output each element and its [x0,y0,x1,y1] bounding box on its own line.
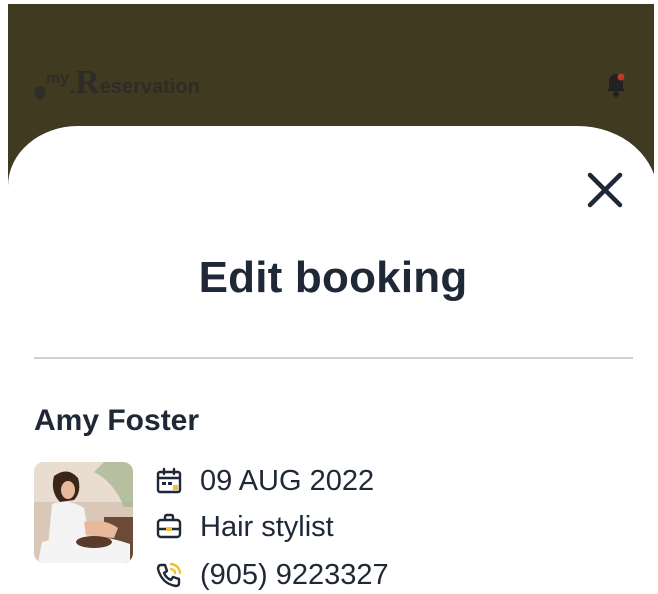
logo-initial: R [75,64,100,101]
booking-phone: (905) 9223327 [200,558,389,591]
close-icon [587,172,623,208]
notification-badge [617,73,625,81]
dialog-title: Edit booking [198,253,468,302]
frame-edge [0,0,658,4]
booking-date-row: 09 AUG 2022 [154,464,374,498]
booking-phone-row[interactable]: (905) 9223327 [154,558,389,592]
booking-service-row: Hair stylist [154,510,334,544]
notification-bell-icon[interactable] [605,72,627,98]
booking-service: Hair stylist [200,510,334,543]
briefcase-icon [156,513,182,539]
frame-edge [654,0,658,200]
calendar-icon [156,467,182,494]
close-button[interactable] [586,171,624,209]
app-logo[interactable]: my.Reservation [31,62,224,102]
divider [34,357,633,359]
logo-prefix: my [46,70,70,87]
phone-icon [156,562,182,588]
logo-rest: eservation [99,76,200,98]
customer-photo [34,462,133,563]
logo-wordmark: my.Reservation [46,64,200,102]
customer-name: Amy Foster [34,404,200,437]
booking-date: 09 AUG 2022 [200,464,375,497]
